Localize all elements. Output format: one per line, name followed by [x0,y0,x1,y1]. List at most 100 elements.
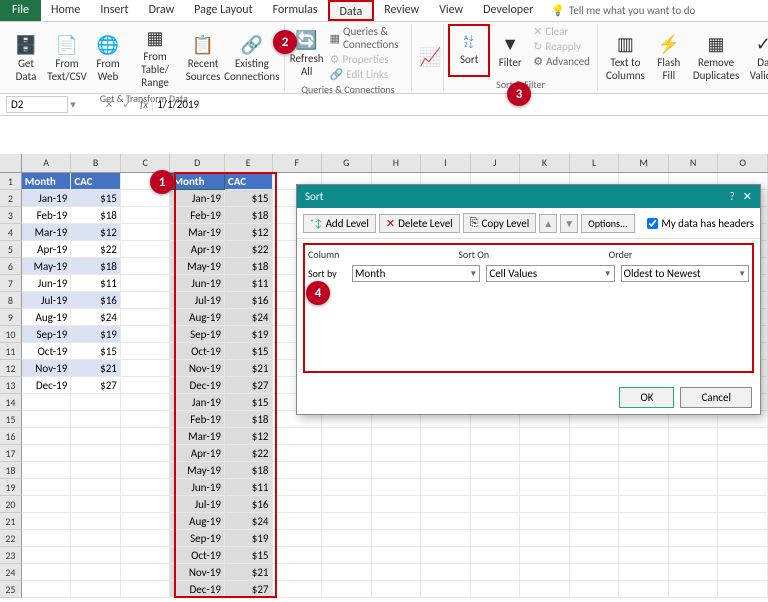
tab-data[interactable]: Data [328,0,375,21]
cell[interactable]: Sep-19 [22,326,72,343]
cell[interactable] [71,445,121,462]
tab-developer[interactable]: Developer [473,0,543,21]
cell[interactable] [71,479,121,496]
cell[interactable]: $11 [225,275,273,292]
cell[interactable]: $24 [225,513,273,530]
row-header[interactable]: 15 [0,411,22,428]
cell[interactable] [669,581,719,598]
cell[interactable] [619,581,669,598]
cell[interactable] [121,564,171,581]
cell[interactable] [322,581,372,598]
cell[interactable]: Dec-19 [170,581,225,598]
cell[interactable]: Nov-19 [170,564,225,581]
col-header-J[interactable]: J [471,154,521,172]
cell[interactable]: Jan-19 [170,190,225,207]
cell[interactable] [273,462,323,479]
cell[interactable] [471,479,521,496]
col-header-N[interactable]: N [669,154,719,172]
cell[interactable] [421,581,471,598]
cell[interactable] [372,564,422,581]
row-header[interactable]: 11 [0,343,22,360]
cell[interactable]: Jun-19 [22,275,72,292]
cell[interactable] [322,530,372,547]
move-up-button[interactable]: ▲ [539,214,557,233]
cell[interactable] [718,445,768,462]
tab-pagelayout[interactable]: Page Layout [184,0,262,21]
cell[interactable]: $15 [225,343,273,360]
queries-conn-button[interactable]: ▦Queries & Connections [327,24,408,52]
row-header[interactable]: 10 [0,326,22,343]
cell[interactable] [273,496,323,513]
cell[interactable]: $22 [71,241,121,258]
cell[interactable] [22,411,72,428]
cell[interactable] [121,224,171,241]
cell[interactable] [570,530,620,547]
cell[interactable] [619,547,669,564]
cell[interactable] [619,462,669,479]
cell[interactable] [121,479,171,496]
tab-insert[interactable]: Insert [90,0,138,21]
cell[interactable] [22,530,72,547]
cell[interactable] [570,428,620,445]
cell[interactable] [121,411,171,428]
cell[interactable]: Jan-19 [170,394,225,411]
cell[interactable]: $19 [225,530,273,547]
cell[interactable] [121,496,171,513]
cell[interactable] [22,564,72,581]
cell[interactable]: $16 [71,292,121,309]
cell[interactable] [372,428,422,445]
cell[interactable] [322,445,372,462]
cell[interactable] [520,530,570,547]
cell[interactable]: $15 [225,394,273,411]
cell[interactable]: May-19 [170,258,225,275]
cell[interactable] [273,530,323,547]
sort-on-select[interactable]: Cell Values▼ [486,265,614,282]
accept-formula-button[interactable]: ✓ [118,98,136,111]
stocks-button[interactable]: 📈 [416,24,444,90]
cell[interactable] [619,496,669,513]
cell[interactable] [273,547,323,564]
advanced-button[interactable]: ⚙Advanced [530,54,593,69]
cell[interactable] [471,445,521,462]
cell[interactable] [372,530,422,547]
cell[interactable] [22,513,72,530]
cell[interactable] [570,462,620,479]
cell[interactable] [121,241,171,258]
cell[interactable]: $11 [225,479,273,496]
col-header-E[interactable]: E [225,154,273,172]
cell[interactable]: CAC [71,173,121,190]
cell[interactable] [121,343,171,360]
cell[interactable] [121,207,171,224]
cell[interactable]: $16 [225,292,273,309]
row-header[interactable]: 24 [0,564,22,581]
cell[interactable] [372,462,422,479]
cell[interactable]: Aug-19 [170,309,225,326]
tab-review[interactable]: Review [374,0,429,21]
cell[interactable] [372,513,422,530]
cell[interactable] [71,513,121,530]
cell[interactable] [71,547,121,564]
cell[interactable] [669,479,719,496]
cell[interactable] [121,360,171,377]
cell[interactable] [22,581,72,598]
cell[interactable] [520,547,570,564]
cell[interactable] [121,547,171,564]
col-header-D[interactable]: D [170,154,225,172]
cell[interactable] [22,547,72,564]
cell[interactable] [718,564,768,581]
cell[interactable]: $27 [225,581,273,598]
row-header[interactable]: 21 [0,513,22,530]
recent-sources-button[interactable]: 📋Recent Sources [184,24,222,91]
cell[interactable] [669,564,719,581]
cell[interactable] [121,513,171,530]
cell[interactable] [520,462,570,479]
row-header[interactable]: 13 [0,377,22,394]
sort-order-select[interactable]: Oldest to Newest▼ [621,265,749,282]
cell[interactable] [669,428,719,445]
cell[interactable] [121,326,171,343]
cell[interactable] [421,530,471,547]
cell[interactable] [718,513,768,530]
cell[interactable] [471,513,521,530]
row-header[interactable]: 6 [0,258,22,275]
cell[interactable]: Apr-19 [22,241,72,258]
